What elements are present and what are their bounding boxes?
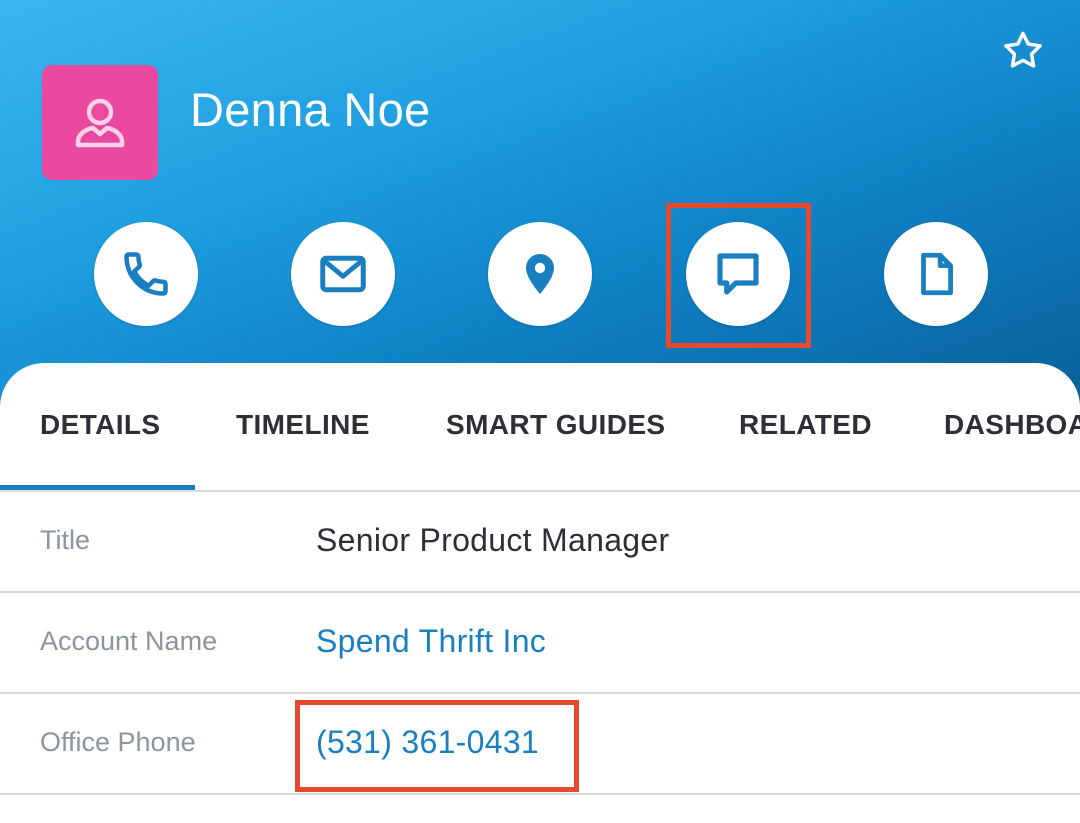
tab-dashboard[interactable]: DASHBOARD [944, 409, 1080, 441]
chat-bubble-icon [717, 253, 759, 295]
avatar [42, 65, 158, 180]
tab-bar: DETAILS TIMELINE SMART GUIDES RELATED DA… [0, 363, 1080, 492]
field-label: Account Name [40, 626, 218, 656]
detail-row-office-phone: Office Phone (531) 361-0431 [0, 694, 1080, 795]
tab-timeline[interactable]: TIMELINE [236, 409, 370, 441]
call-button[interactable] [94, 222, 198, 326]
record-name: Denna Noe [190, 83, 431, 136]
detail-panel: DETAILS TIMELINE SMART GUIDES RELATED DA… [0, 363, 1080, 823]
map-button[interactable] [488, 222, 592, 326]
favorite-star-icon[interactable] [1000, 28, 1046, 74]
detail-row-title: Title Senior Product Manager [0, 492, 1080, 593]
person-icon [75, 98, 125, 147]
document-icon [921, 252, 953, 296]
active-tab-indicator [0, 485, 195, 490]
field-value: Senior Product Manager [316, 522, 670, 558]
account-link[interactable]: Spend Thrift Inc [316, 623, 546, 660]
email-button[interactable] [291, 222, 395, 326]
phone-icon [124, 252, 168, 296]
field-label: Office Phone [40, 727, 196, 757]
tab-smart-guides[interactable]: SMART GUIDES [446, 409, 665, 441]
tab-details[interactable]: DETAILS [40, 409, 161, 441]
tab-related[interactable]: RELATED [739, 409, 872, 441]
note-button[interactable] [884, 222, 988, 326]
message-button[interactable] [686, 222, 790, 326]
detail-row-account-name: Account Name Spend Thrift Inc [0, 593, 1080, 694]
map-pin-icon [526, 254, 554, 294]
field-label: Title [40, 525, 91, 555]
record-header: Denna Noe [0, 0, 1080, 420]
envelope-icon [320, 255, 366, 293]
phone-link[interactable]: (531) 361-0431 [316, 724, 539, 761]
